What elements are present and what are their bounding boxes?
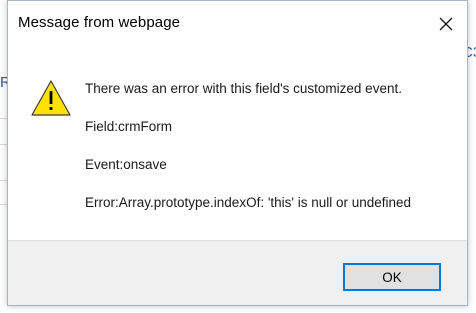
dialog-titlebar[interactable]: Message from webpage [8,1,467,48]
close-button[interactable] [433,11,459,37]
error-message: There was an error with this field's cus… [85,81,402,96]
ok-button[interactable]: OK [343,263,441,291]
error-detail: Error:Array.prototype.indexOf: 'this' is… [85,195,412,210]
dialog-content: There was an error with this field's cus… [8,48,467,240]
dialog-title: Message from webpage [18,14,181,31]
warning-icon [31,80,71,116]
dialog-footer: OK [8,240,467,305]
message-dialog: Message from webpage There was an error … [7,0,468,306]
close-icon [439,17,453,31]
field-info: Field:crmForm [85,119,172,134]
event-info: Event:onsave [85,157,167,172]
